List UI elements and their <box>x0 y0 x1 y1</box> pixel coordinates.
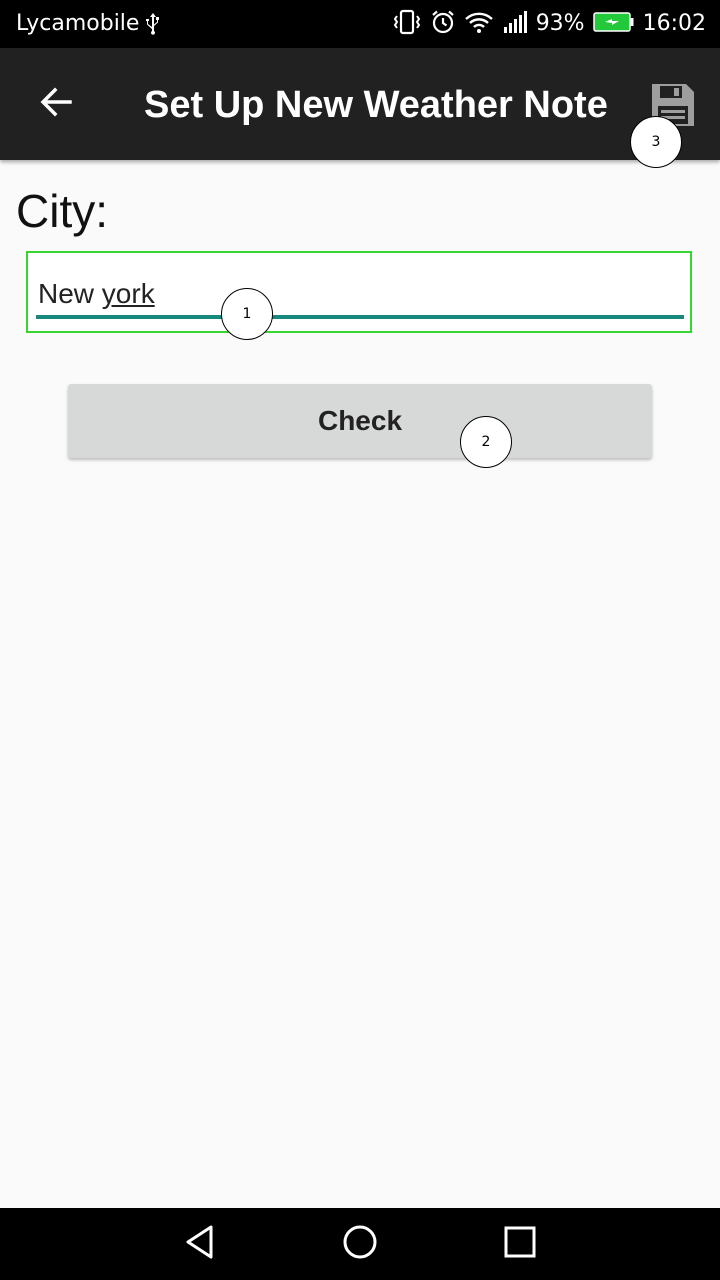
nav-back-button[interactable] <box>180 1224 220 1264</box>
page-title: Set Up New Weather Note <box>144 84 608 126</box>
home-circle-icon <box>342 1224 378 1264</box>
screen: Lycamobile 93% 16:02 Set Up New Weather … <box>0 0 720 1280</box>
status-bar: Lycamobile 93% 16:02 <box>0 0 720 48</box>
check-button[interactable]: Check <box>68 384 652 458</box>
city-input-word-1: New <box>38 278 95 309</box>
city-input-word-2: york <box>101 278 155 309</box>
nav-recents-button[interactable] <box>500 1224 540 1264</box>
annotation-marker-1: 1 <box>221 288 273 340</box>
recents-square-icon <box>503 1225 537 1263</box>
usb-icon <box>144 12 162 40</box>
back-triangle-icon <box>183 1224 217 1264</box>
wifi-icon <box>464 9 494 39</box>
carrier-name: Lycamobile <box>16 11 140 36</box>
city-field[interactable]: New york <box>26 251 692 333</box>
alarm-icon <box>430 9 456 39</box>
nav-home-button[interactable] <box>340 1224 380 1264</box>
clock: 16:02 <box>642 11 706 36</box>
city-label: City: <box>16 185 108 237</box>
annotation-marker-3: 3 <box>630 116 682 168</box>
back-button[interactable] <box>28 76 84 132</box>
battery-percent: 93% <box>535 11 585 36</box>
city-input[interactable]: New york <box>38 277 155 311</box>
annotation-marker-2: 2 <box>460 416 512 468</box>
navigation-bar <box>0 1208 720 1280</box>
signal-icon <box>502 9 528 39</box>
arrow-back-icon <box>38 84 74 124</box>
vibrate-icon <box>392 9 422 39</box>
app-bar: Set Up New Weather Note <box>0 48 720 160</box>
status-icons: 93% 16:02 <box>392 0 706 48</box>
city-input-underline <box>36 315 684 319</box>
battery-charging-icon <box>592 11 635 37</box>
